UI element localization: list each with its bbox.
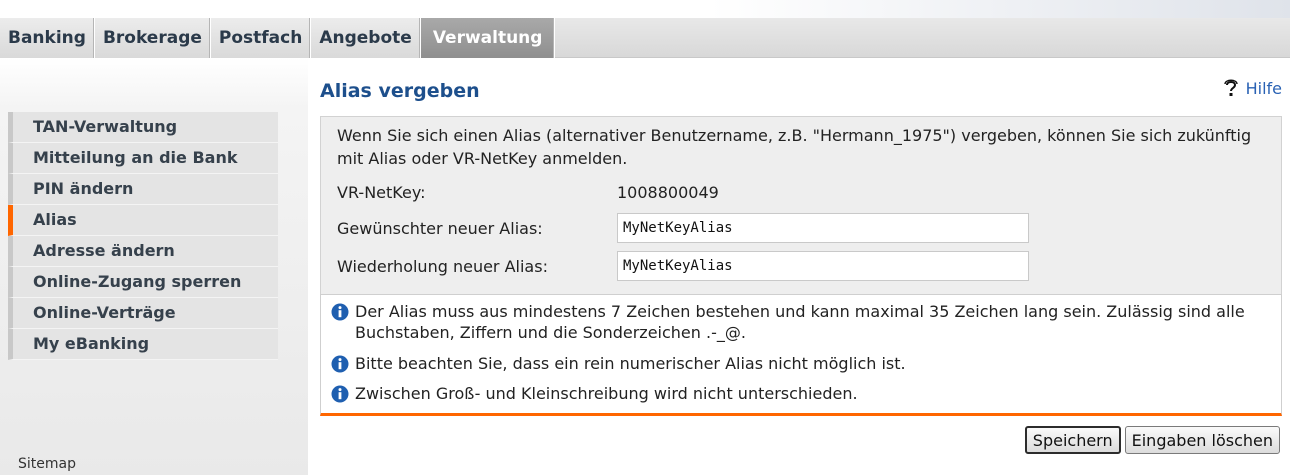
tab-banking[interactable]: Banking — [0, 18, 95, 58]
info-item: Bitte beachten Sie, dass ein rein numeri… — [331, 353, 906, 374]
main-tab-bar: Banking Brokerage Postfach Angebote Verw… — [0, 18, 1290, 58]
form-actions: Speichern Eingaben löschen — [1024, 426, 1280, 454]
repeat-alias-row: Wiederholung neuer Alias: — [337, 251, 1029, 281]
info-icon — [331, 385, 349, 403]
alias-row: Gewünschter neuer Alias: — [337, 213, 1029, 243]
info-item: Der Alias muss aus mindestens 7 Zeichen … — [331, 301, 1271, 343]
help-icon — [1223, 79, 1238, 96]
info-icon — [331, 303, 349, 321]
alias-label: Gewünschter neuer Alias: — [337, 218, 543, 238]
sidebar-item-zugang-sperren[interactable]: Online-Zugang sperren — [8, 267, 278, 298]
help-link[interactable]: Hilfe — [1222, 78, 1282, 98]
info-text: Bitte beachten Sie, dass ein rein numeri… — [355, 354, 906, 373]
netkey-value: 1008800049 — [617, 183, 719, 202]
info-text: Zwischen Groß- und Kleinschreibung wird … — [355, 384, 858, 403]
clear-button[interactable]: Eingaben löschen — [1124, 426, 1280, 454]
page-title: Alias vergeben — [320, 80, 480, 102]
help-label: Hilfe — [1245, 78, 1282, 98]
save-button[interactable]: Speichern — [1024, 426, 1121, 454]
sidebar-item-mitteilung[interactable]: Mitteilung an die Bank — [8, 143, 278, 174]
sidebar: TAN-Verwaltung Mitteilung an die Bank PI… — [0, 58, 308, 475]
tab-brokerage[interactable]: Brokerage — [94, 18, 211, 58]
top-strip — [0, 0, 1290, 18]
info-icon — [331, 355, 349, 373]
sidebar-item-my-ebanking[interactable]: My eBanking — [8, 329, 278, 360]
info-item: Zwischen Groß- und Kleinschreibung wird … — [331, 383, 858, 404]
repeat-alias-label: Wiederholung neuer Alias: — [337, 256, 548, 276]
tab-verwaltung[interactable]: Verwaltung — [420, 18, 556, 58]
sidebar-item-pin-aendern[interactable]: PIN ändern — [8, 174, 278, 205]
intro-text: Wenn Sie sich einen Alias (alternativer … — [337, 126, 1252, 168]
netkey-row: VR-NetKey: 1008800049 — [337, 183, 719, 202]
sidebar-item-alias[interactable]: Alias — [8, 205, 278, 236]
tab-angebote[interactable]: Angebote — [311, 18, 421, 58]
info-box: Der Alias muss aus mindestens 7 Zeichen … — [320, 294, 1282, 416]
sidebar-item-tan-verwaltung[interactable]: TAN-Verwaltung — [8, 112, 278, 143]
sidebar-nav: TAN-Verwaltung Mitteilung an die Bank PI… — [8, 112, 278, 360]
alias-input[interactable] — [617, 213, 1029, 243]
repeat-alias-input[interactable] — [617, 251, 1029, 281]
info-text: Der Alias muss aus mindestens 7 Zeichen … — [355, 302, 1245, 342]
sitemap-link[interactable]: Sitemap — [18, 456, 76, 472]
tab-postfach[interactable]: Postfach — [210, 18, 312, 58]
netkey-label: VR-NetKey: — [337, 183, 426, 202]
sidebar-item-adresse-aendern[interactable]: Adresse ändern — [8, 236, 278, 267]
sidebar-item-vertraege[interactable]: Online-Verträge — [8, 298, 278, 329]
